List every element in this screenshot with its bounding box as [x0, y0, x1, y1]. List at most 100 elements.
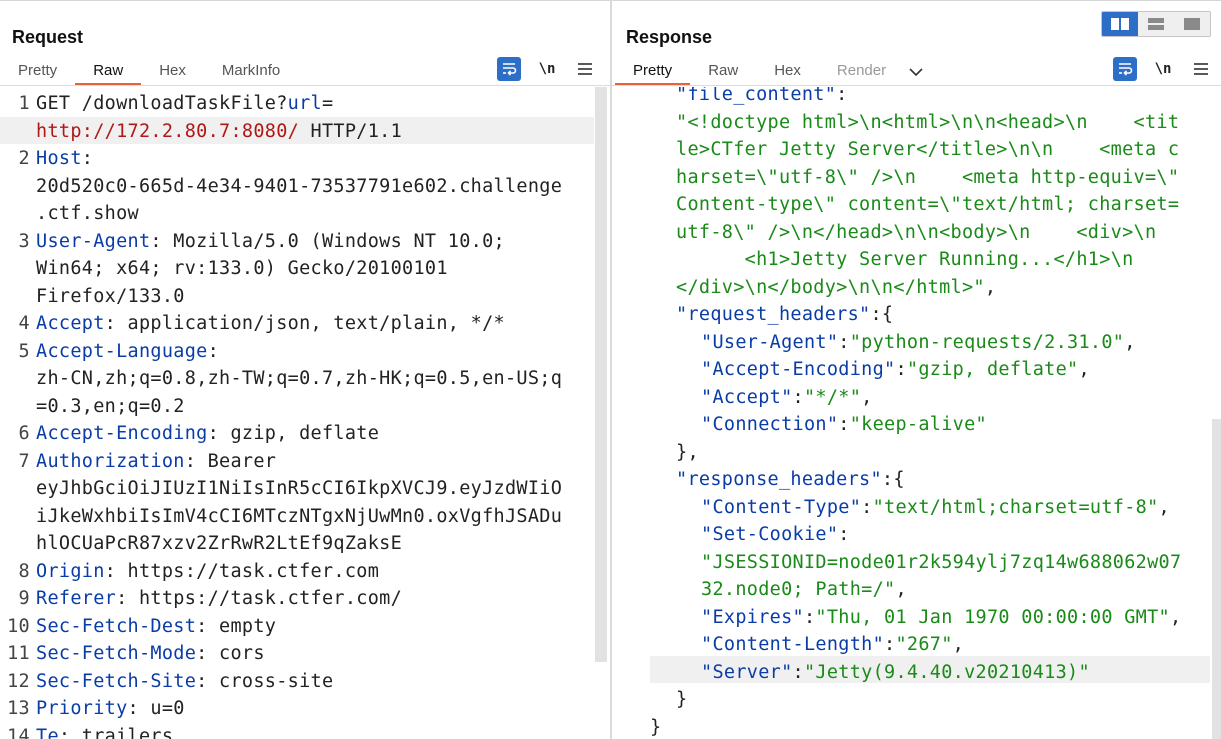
tab-render[interactable]: Render [819, 59, 904, 85]
code-token: "Jetty(9.4.40.v20210413)" [803, 661, 1090, 683]
code-token: "267" [895, 634, 953, 655]
code-token: , [861, 386, 873, 408]
line-number: 6 [18, 423, 30, 444]
line-number: 10 [7, 615, 30, 637]
code-line: Referer: https://task.ctfer.com/ [36, 585, 402, 613]
code-token: 32.node0; Path=/" [701, 579, 896, 600]
code-line: "Content-Type":"text/html;charset=utf-8"… [701, 494, 1170, 522]
tab-pretty[interactable]: Pretty [0, 59, 75, 85]
code-line: iJkeWxhbiIsImV4cCI6MTczNTgxNjUwMn0.oxVgf… [36, 503, 562, 531]
hamburger-menu-icon[interactable] [1189, 57, 1213, 81]
line-number: 7 [18, 450, 30, 472]
code-token: , [1124, 331, 1136, 353]
tab-hex[interactable]: Hex [141, 59, 204, 85]
code-line: 20d520c0-665d-4e34-9401-73537791e602.cha… [36, 173, 562, 201]
tab-raw[interactable]: Raw [690, 59, 756, 85]
code-token: Priority [36, 698, 128, 719]
code-token: 20d520c0-665d-4e34-9401-73537791e602.cha… [36, 175, 563, 197]
code-token: GET /downloadTaskFile? [36, 93, 288, 114]
code-token: iJkeWxhbiIsImV4cCI6MTczNTgxNjUwMn0.oxVgf… [36, 505, 563, 527]
code-token: Origin [36, 560, 105, 582]
code-token: : gzip, deflate [207, 423, 380, 444]
code-token: "python-requests/2.31.0" [849, 331, 1125, 353]
code-token: "Content-Length" [701, 634, 885, 655]
code-line: GET /downloadTaskFile?url= [36, 90, 333, 118]
response-editor[interactable]: "file_content": "<!doctype html>\n<html>\… [612, 87, 1221, 739]
code-token: Firefox/133.0 [36, 285, 185, 307]
code-line: User-Agent: Mozilla/5.0 (Windows NT 10.0… [36, 228, 505, 256]
code-token: Te [36, 725, 59, 739]
code-token: Referer [36, 588, 117, 609]
code-token: "Connection" [701, 414, 839, 435]
code-token: harset=\"utf-8\" />\n <meta http-equiv=\… [676, 166, 1180, 188]
code-line: "Connection":"keep-alive" [701, 411, 987, 439]
code-line: } [676, 686, 687, 714]
code-token: Content-type\" content=\"text/html; char… [676, 194, 1180, 215]
code-line: </div>\n</body>\n\n</html>", [676, 274, 996, 302]
code-token: : [895, 359, 907, 380]
response-toolbar: \n [1113, 57, 1213, 81]
code-token: "Accept-Encoding" [701, 359, 896, 380]
code-token: hlOCUaPcR87xzv2ZrRwR2LtEf9qZaksE [36, 533, 403, 554]
code-token: : [792, 386, 804, 408]
code-token: : cross-site [196, 670, 334, 692]
response-title: Response [626, 27, 713, 47]
split-rows-icon[interactable] [1138, 12, 1174, 36]
code-line: =0.3,en;q=0.2 [36, 393, 185, 421]
wrap-lines-icon[interactable] [497, 57, 521, 81]
code-line: "request_headers":{ [676, 301, 893, 329]
code-line: Origin: https://task.ctfer.com [36, 558, 379, 586]
code-token: } [650, 716, 662, 738]
single-pane-icon[interactable] [1174, 12, 1210, 36]
code-line: utf-8\" />\n</head>\n\n<body>\n <div>\n [676, 219, 1156, 247]
code-line: "Accept-Encoding":"gzip, deflate", [701, 356, 1090, 384]
code-line: Accept: application/json, text/plain, */… [36, 310, 505, 338]
code-token: HTTP/1.1 [299, 120, 403, 142]
code-token: : application/json, text/plain, */* [104, 313, 505, 334]
code-line: Host: [36, 145, 93, 173]
line-number: 4 [18, 313, 30, 334]
code-line: "Accept":"*/*", [701, 384, 873, 412]
tab-pretty[interactable]: Pretty [615, 59, 691, 86]
code-token: "Thu, 01 Jan 1970 00:00:00 GMT" [815, 606, 1170, 628]
code-token: Sec-Fetch-Mode [36, 643, 197, 664]
code-token: , [895, 579, 907, 600]
hamburger-menu-icon[interactable] [573, 57, 597, 81]
code-token: <h1>Jetty Server Running...</h1>\n [676, 249, 1134, 270]
code-token: : [884, 634, 896, 655]
code-token: : https://task.ctfer.com/ [116, 588, 403, 609]
line-number: 11 [7, 643, 30, 664]
code-token: "Accept" [701, 386, 793, 408]
code-line: le>CTfer Jetty Server</title>\n\n <meta … [676, 136, 1179, 164]
tab-markinfo[interactable]: MarkInfo [204, 59, 298, 85]
layout-switcher [1101, 11, 1211, 37]
code-token: = [321, 93, 334, 114]
code-line: zh-CN,zh;q=0.8,zh-TW;q=0.7,zh-HK;q=0.5,e… [36, 365, 562, 393]
line-number: 2 [18, 148, 30, 169]
tab-raw[interactable]: Raw [75, 59, 142, 86]
code-line: "file_content": [676, 87, 848, 109]
code-token: "response_headers" [676, 469, 882, 490]
response-scrollbar[interactable] [1212, 419, 1221, 739]
code-line: }, [676, 439, 699, 467]
line-number: 13 [7, 698, 30, 719]
show-newlines-button[interactable]: \n [1151, 57, 1175, 81]
request-scrollbar[interactable] [595, 87, 607, 662]
request-title: Request [12, 27, 84, 47]
code-line: Sec-Fetch-Dest: empty [36, 613, 276, 641]
code-token: : [81, 148, 94, 169]
request-editor[interactable]: 1 GET /downloadTaskFile?url= http://172.2.… [0, 87, 610, 739]
tab-hex[interactable]: Hex [756, 59, 819, 85]
code-token: : [803, 606, 816, 628]
code-token: "Server" [701, 661, 793, 683]
line-number: 9 [18, 588, 30, 609]
code-line: "<!doctype html>\n<html>\n\n<head>\n <ti… [676, 109, 1179, 137]
wrap-lines-icon[interactable] [1113, 57, 1137, 81]
code-line: harset=\"utf-8\" />\n <meta http-equiv=\… [676, 164, 1179, 192]
show-newlines-button[interactable]: \n [535, 57, 559, 81]
code-line: Te: trailers [36, 723, 173, 739]
chevron-down-icon[interactable] [904, 59, 928, 85]
split-columns-icon[interactable] [1102, 12, 1138, 36]
code-line: Sec-Fetch-Site: cross-site [36, 668, 333, 696]
code-token: : [838, 331, 850, 353]
